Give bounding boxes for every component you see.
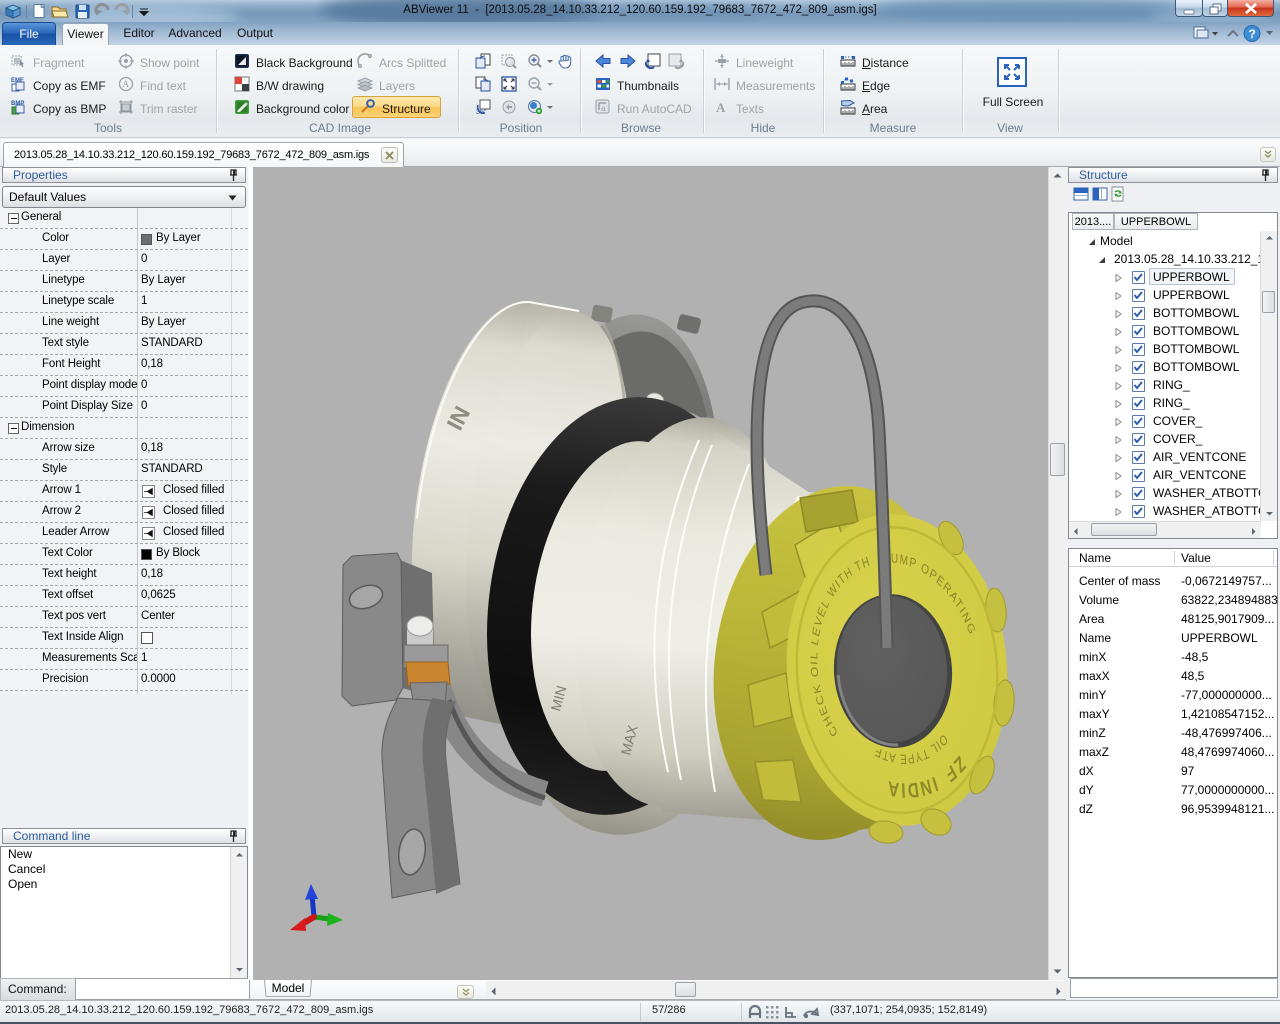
svg-text:A: A [716, 100, 726, 115]
svg-text:A: A [123, 79, 130, 89]
svg-text:a: a [601, 104, 606, 113]
svg-text:35°: 35° [476, 108, 487, 115]
svg-text:?: ? [1249, 27, 1256, 41]
